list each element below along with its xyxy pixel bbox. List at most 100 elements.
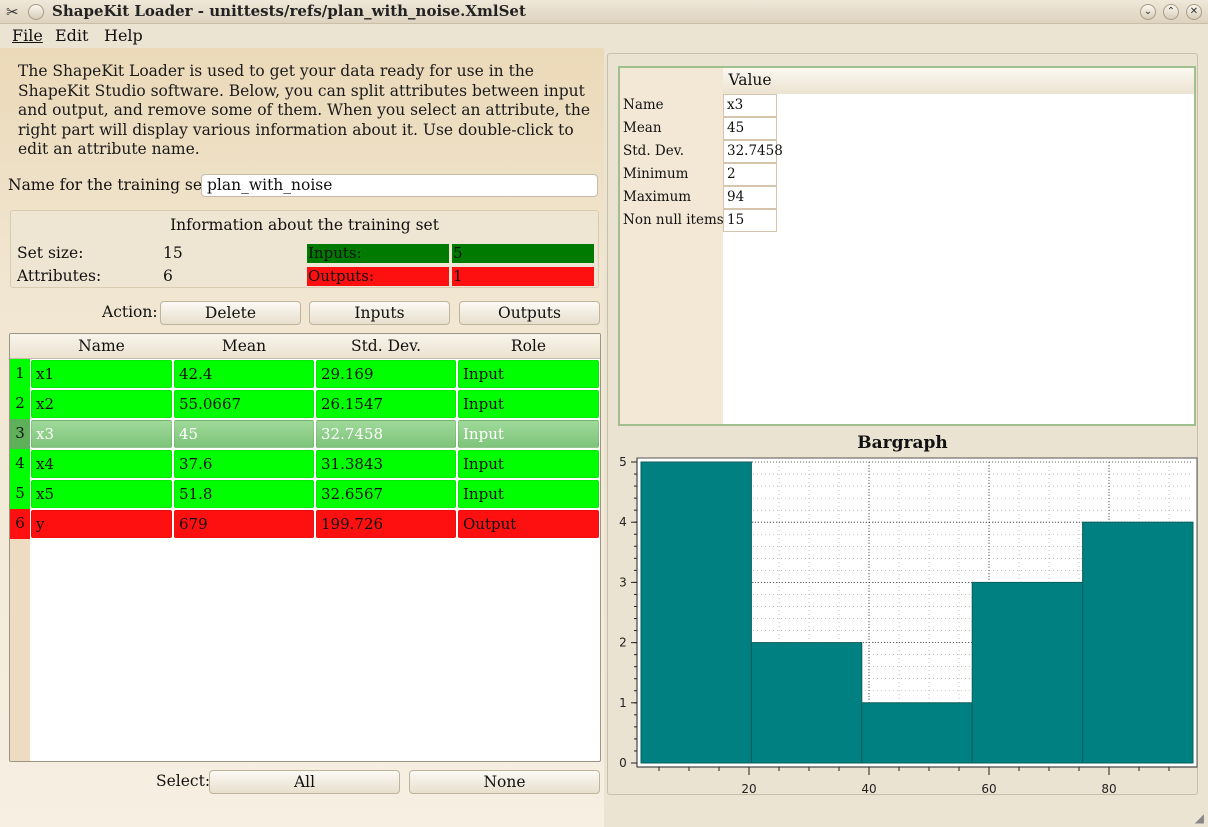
properties-header: Value	[620, 68, 1194, 94]
table-cell-name[interactable]: y	[31, 510, 172, 538]
table-cell-mean[interactable]: 679	[174, 510, 314, 538]
table-cell-mean[interactable]: 42.4	[174, 360, 314, 388]
bar	[971, 581, 1084, 764]
menu-bar: File Edit Help	[0, 24, 1208, 48]
set-size-label: Set size:	[17, 244, 84, 262]
menu-help[interactable]: Help	[104, 26, 143, 45]
y-tick-label: 3	[619, 575, 627, 589]
window-menu-button[interactable]	[28, 4, 44, 20]
training-set-name-input[interactable]: plan_with_noise	[201, 174, 598, 197]
y-tick-label: 1	[619, 696, 627, 710]
property-name: Name	[623, 97, 664, 113]
table-cell-role[interactable]: Output	[458, 510, 599, 538]
minimize-button[interactable]: ⌄	[1140, 4, 1156, 20]
header-name[interactable]: Name	[30, 334, 173, 359]
table-corner	[10, 334, 30, 359]
table-cell-name[interactable]: x2	[31, 390, 172, 418]
table-cell-name[interactable]: x3	[31, 420, 172, 448]
select-label: Select:	[156, 772, 211, 790]
table-cell-std[interactable]: 26.1547	[316, 390, 456, 418]
chart-title: Bargraph	[857, 433, 948, 453]
property-name: Std. Dev.	[623, 143, 685, 159]
menu-edit[interactable]: Edit	[55, 26, 88, 45]
row-number[interactable]: 2	[10, 389, 30, 419]
set-outputs-button[interactable]: Outputs	[459, 301, 600, 325]
resize-grip-icon[interactable]: ◢	[1195, 811, 1204, 825]
table-cell-role[interactable]: Input	[458, 480, 599, 508]
right-panel: Value Name x3 Mean 45 Std. Dev. 32.7458 …	[604, 48, 1208, 827]
x-tick-label: 20	[741, 782, 756, 796]
x-tick-label: 60	[981, 782, 996, 796]
description-text: The ShapeKit Loader is used to get your …	[18, 62, 591, 158]
x-tick-label: 40	[861, 782, 876, 796]
properties-corner	[620, 68, 723, 94]
header-mean[interactable]: Mean	[173, 334, 315, 359]
attributes-label: Attributes:	[17, 267, 102, 285]
select-none-button[interactable]: None	[409, 770, 600, 794]
bar	[750, 642, 863, 764]
table-cell-std[interactable]: 31.3843	[316, 450, 456, 478]
menu-file[interactable]: File	[12, 26, 43, 45]
attribute-properties-table[interactable]: Value Name x3 Mean 45 Std. Dev. 32.7458 …	[618, 66, 1196, 426]
property-name: Mean	[623, 120, 662, 136]
table-cell-mean[interactable]: 45	[174, 420, 314, 448]
attributes-table[interactable]: Name Mean Std. Dev. Role 1 x1 42.4 29.16…	[9, 333, 601, 762]
property-name: Non null items	[623, 212, 724, 228]
action-label: Action:	[102, 303, 158, 321]
delete-button[interactable]: Delete	[160, 301, 301, 325]
row-number[interactable]: 1	[10, 359, 30, 389]
inputs-count-value: 5	[452, 244, 594, 263]
attributes-value: 6	[163, 267, 173, 285]
y-tick-label: 0	[619, 756, 627, 770]
table-cell-std[interactable]: 32.7458	[316, 420, 456, 448]
info-title: Information about the training set	[170, 216, 439, 234]
property-value[interactable]: x3	[723, 94, 777, 117]
table-cell-mean[interactable]: 51.8	[174, 480, 314, 508]
table-cell-name[interactable]: x5	[31, 480, 172, 508]
maximize-button[interactable]: ⌃	[1163, 4, 1179, 20]
app-icon[interactable]: ✂	[6, 3, 19, 21]
header-role[interactable]: Role	[457, 334, 600, 359]
row-number[interactable]: 5	[10, 479, 30, 509]
table-cell-role[interactable]: Input	[458, 360, 599, 388]
title-bar: ✂ ShapeKit Loader - unittests/refs/plan_…	[0, 0, 1208, 24]
y-tick-label: 4	[619, 515, 627, 529]
attribute-details-panel: Value Name x3 Mean 45 Std. Dev. 32.7458 …	[607, 53, 1198, 796]
window-title: ShapeKit Loader - unittests/refs/plan_wi…	[52, 2, 526, 20]
outputs-count-label: Outputs:	[307, 267, 449, 286]
properties-value-header[interactable]: Value	[723, 68, 777, 94]
row-number[interactable]: 3	[10, 419, 30, 449]
table-cell-role[interactable]: Input	[458, 450, 599, 478]
row-number[interactable]: 6	[10, 509, 30, 539]
set-size-value: 15	[163, 244, 183, 262]
table-cell-std[interactable]: 199.726	[316, 510, 456, 538]
x-tick-label: 80	[1101, 782, 1116, 796]
table-cell-name[interactable]: x1	[31, 360, 172, 388]
property-value[interactable]: 94	[723, 186, 777, 209]
bar	[640, 461, 752, 764]
table-cell-name[interactable]: x4	[31, 450, 172, 478]
table-cell-std[interactable]: 29.169	[316, 360, 456, 388]
property-value[interactable]: 2	[723, 163, 777, 186]
header-std-dev[interactable]: Std. Dev.	[315, 334, 457, 359]
y-tick-label: 2	[619, 636, 627, 650]
training-set-info: Information about the training set Set s…	[10, 210, 599, 288]
row-number[interactable]: 4	[10, 449, 30, 479]
table-cell-std[interactable]: 32.6567	[316, 480, 456, 508]
table-cell-role[interactable]: Input	[458, 420, 599, 448]
property-name: Minimum	[623, 166, 689, 182]
property-value[interactable]: 32.7458	[723, 140, 783, 163]
property-value[interactable]: 15	[723, 209, 777, 232]
left-panel: The ShapeKit Loader is used to get your …	[0, 48, 604, 827]
select-all-button[interactable]: All	[209, 770, 400, 794]
set-inputs-button[interactable]: Inputs	[309, 301, 450, 325]
bar	[1082, 521, 1194, 764]
property-name: Maximum	[623, 189, 692, 205]
table-cell-mean[interactable]: 55.0667	[174, 390, 314, 418]
close-button[interactable]: ✕	[1186, 4, 1202, 20]
property-value[interactable]: 45	[723, 117, 777, 140]
table-cell-mean[interactable]: 37.6	[174, 450, 314, 478]
outputs-count-value: 1	[452, 267, 594, 286]
training-set-label: Name for the training set:	[8, 176, 214, 194]
table-cell-role[interactable]: Input	[458, 390, 599, 418]
